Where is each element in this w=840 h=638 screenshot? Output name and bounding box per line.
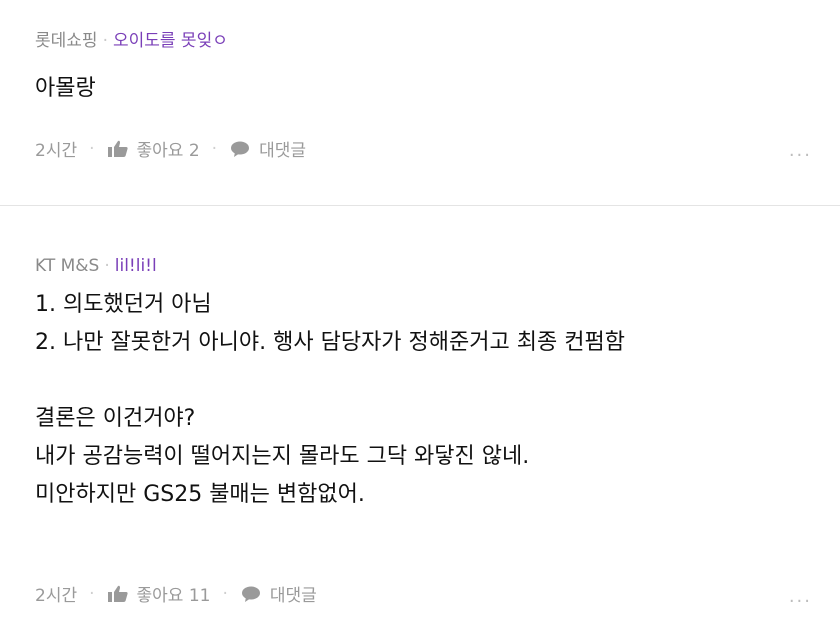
like-button[interactable]: 좋아요 2 [107, 136, 200, 161]
more-dots-icon[interactable]: ··· [789, 145, 812, 166]
author-nickname[interactable]: lil!li!l [115, 256, 157, 276]
speech-bubble-icon [231, 141, 250, 157]
comment-actions: 2시간 · 좋아요 2 · 대댓글 [35, 136, 306, 162]
more-dots-icon[interactable]: ··· [789, 591, 812, 612]
comment-item: 롯데쇼핑 · 오이도를 못잊ㅇ 아몰랑 2시간 · 좋아요 2 · 대댓글 ··· [0, 0, 840, 205]
comment-meta: KT M&S · lil!li!l [35, 256, 157, 276]
thumbs-up-icon [107, 585, 128, 602]
like-label: 좋아요 11 [136, 586, 211, 606]
thumbs-up-icon [107, 140, 128, 157]
timestamp: 2시간 [35, 141, 78, 161]
speech-bubble-icon [241, 586, 260, 602]
separator-dot: · [102, 31, 108, 51]
reply-label: 대댓글 [259, 141, 306, 161]
author-name[interactable]: KT M&S [35, 256, 99, 276]
comment-body: 1. 의도했던거 아님 2. 나만 잘못한거 아니야. 행사 담당자가 정해준거… [35, 286, 625, 514]
author-nickname[interactable]: 오이도를 못잊ㅇ [113, 31, 228, 51]
comment-line: 2. 나만 잘못한거 아니야. 행사 담당자가 정해준거고 최종 컨펌함 [35, 330, 625, 355]
reply-button[interactable]: 대댓글 [229, 136, 306, 161]
like-label: 좋아요 2 [136, 141, 200, 161]
separator-dot: · [104, 256, 110, 276]
comment-line: 내가 공감능력이 떨어지는지 몰라도 그닥 와닿진 않네. [35, 444, 530, 469]
reply-label: 대댓글 [269, 586, 317, 606]
comment-line: 결론은 이건거야? [35, 406, 196, 431]
comment-line: 아몰랑 [35, 76, 96, 101]
separator-dot: · [211, 138, 218, 159]
separator-dot: · [222, 583, 228, 604]
comment-meta: 롯데쇼핑 · 오이도를 못잊ㅇ [35, 26, 228, 51]
like-button[interactable]: 좋아요 11 [107, 581, 211, 606]
reply-button[interactable]: 대댓글 [240, 581, 317, 606]
comment-blank-line [35, 362, 625, 400]
comment-item: KT M&S · lil!li!l 1. 의도했던거 아님 2. 나만 잘못한거 아… [0, 206, 840, 638]
separator-dot: · [89, 583, 95, 604]
separator-dot: · [89, 138, 95, 159]
comment-line: 미안하지만 GS25 불매는 변함없어. [35, 482, 365, 507]
comment-line: 1. 의도했던거 아님 [35, 292, 212, 317]
comment-body: 아몰랑 [35, 70, 96, 108]
author-name[interactable]: 롯데쇼핑 [35, 31, 98, 51]
timestamp: 2시간 [35, 586, 78, 606]
comment-actions: 2시간 · 좋아요 11 · 대댓글 [35, 581, 317, 607]
